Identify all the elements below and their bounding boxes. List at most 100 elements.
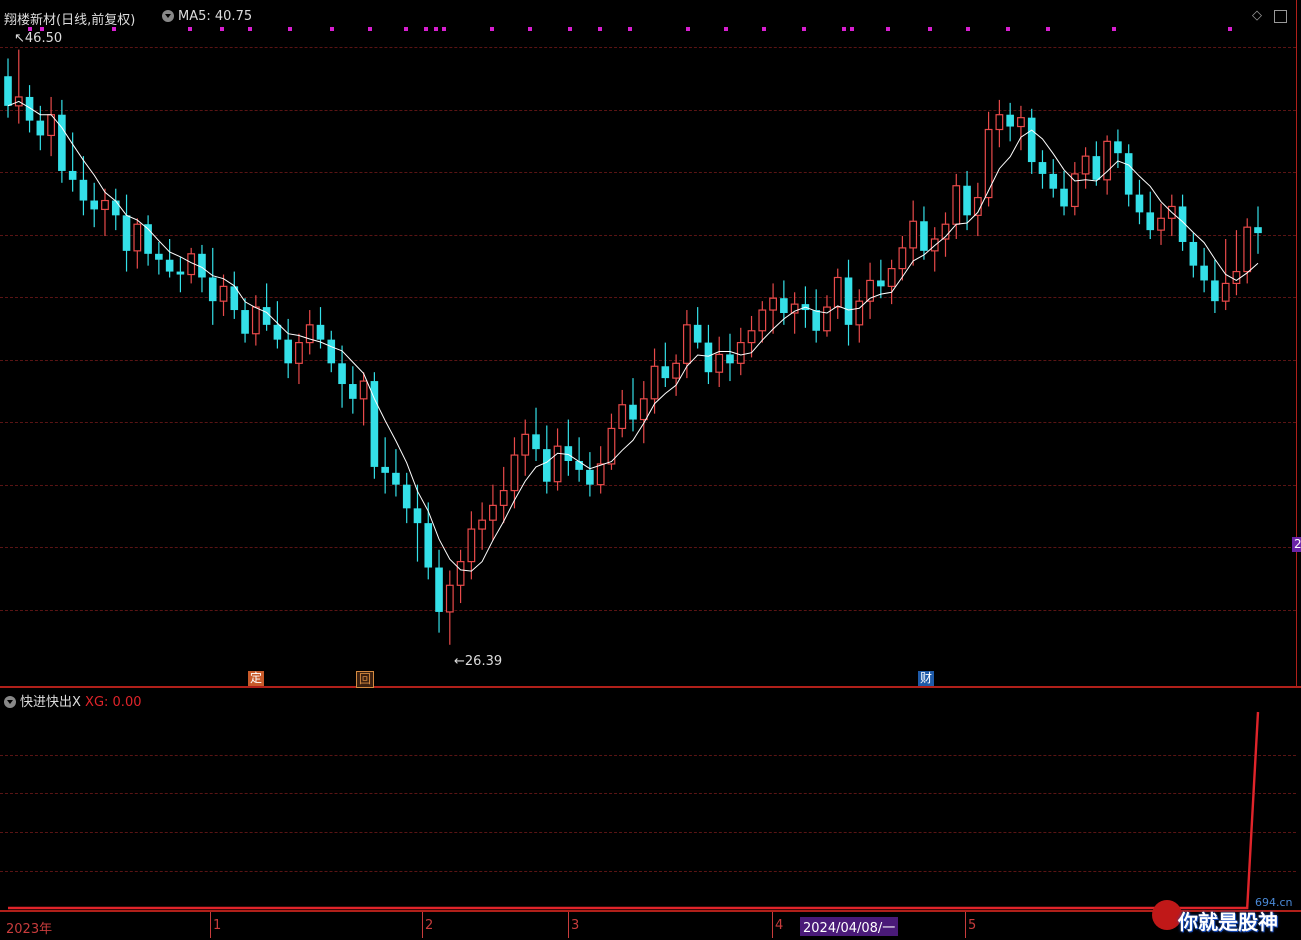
candle-body-down	[877, 280, 885, 287]
cai-tag[interactable]: 财	[918, 671, 935, 686]
candle-body-up	[1017, 117, 1025, 128]
candle-body-up	[553, 445, 562, 483]
candle-body-up	[639, 398, 648, 421]
ma-legend: MA5: 40.75	[162, 9, 252, 24]
signal-marker	[424, 27, 428, 31]
candle-body-down	[564, 446, 573, 461]
high-price-label: ↖46.50	[14, 31, 63, 46]
candle-body-up	[445, 584, 454, 613]
candle-body-up	[984, 128, 993, 199]
ma5-line	[7, 100, 1259, 572]
candle-body-up	[650, 365, 659, 400]
candle-body-down	[542, 449, 551, 482]
candle-body-down	[726, 354, 734, 364]
candle-body-up	[1232, 270, 1241, 285]
candle-body-up	[747, 330, 756, 344]
candle-body-down	[1038, 162, 1047, 174]
signal-marker	[686, 27, 690, 31]
candle-body-down	[1254, 227, 1262, 234]
candle-body-down	[198, 253, 206, 278]
axis-tick	[965, 912, 966, 938]
indicator-legend: 快进快出X XG: 0.00	[4, 691, 141, 710]
candle-body-down	[413, 508, 422, 524]
signal-marker	[598, 27, 602, 31]
candle-body-up	[1221, 282, 1230, 302]
candle-body-down	[1006, 114, 1014, 127]
low-price-value: 26.39	[464, 654, 503, 669]
candle-body-down	[812, 310, 820, 331]
signal-marker	[220, 27, 224, 31]
signal-marker	[188, 27, 192, 31]
candle-body-up	[995, 114, 1004, 131]
candle-body-down	[1049, 173, 1058, 189]
candle-body-down	[58, 114, 66, 171]
candle-body-up	[758, 309, 767, 332]
maximize-icon[interactable]	[1274, 10, 1287, 23]
candle-body-down	[1146, 212, 1155, 231]
month-label: 1	[213, 918, 222, 933]
indicator-dropdown-icon[interactable]	[4, 696, 16, 708]
candle-body-down	[111, 200, 120, 216]
hui-tag[interactable]: 回	[356, 671, 375, 688]
month-label: 3	[571, 918, 580, 933]
ding-tag[interactable]: 定	[248, 671, 265, 686]
candle-body-down	[586, 469, 594, 485]
candle-body-down	[424, 523, 433, 568]
dropdown-icon[interactable]	[162, 10, 174, 22]
signal-marker	[434, 27, 438, 31]
signal-marker	[1112, 27, 1116, 31]
candle-body-down	[1211, 280, 1219, 302]
signal-marker	[1228, 27, 1232, 31]
candle-body-down	[4, 76, 12, 106]
candle-body-down	[338, 363, 346, 385]
candle-body-down	[25, 96, 34, 121]
candle-body-down	[704, 342, 713, 373]
candle-body-down	[575, 460, 583, 470]
signal-marker	[490, 27, 494, 31]
indicator-name[interactable]: 快进快出X	[20, 695, 81, 710]
candle-body-up	[715, 353, 724, 373]
month-label: 4	[775, 918, 784, 933]
candle-body-down	[963, 185, 971, 216]
candle-body-up	[489, 504, 497, 521]
candle-body-down	[629, 404, 637, 420]
signal-marker	[442, 27, 446, 31]
candle-body-down	[435, 567, 443, 612]
signal-marker	[368, 27, 372, 31]
candle-body-down	[122, 215, 131, 251]
candle-body-down	[1092, 156, 1101, 180]
candle-body-down	[36, 120, 45, 136]
candle-body-up	[682, 324, 691, 364]
candle-body-down	[920, 221, 928, 251]
month-label: 2	[425, 918, 434, 933]
candle-body-up	[596, 463, 605, 486]
signal-marker	[528, 27, 532, 31]
candle-body-up	[1243, 226, 1252, 273]
price-chart[interactable]	[0, 0, 1301, 940]
high-price-value: 46.50	[24, 31, 63, 46]
signal-marker	[928, 27, 932, 31]
candle-body-down	[262, 307, 271, 325]
candle-body-down	[780, 298, 788, 314]
month-label: 5	[968, 918, 977, 933]
candle-body-down	[392, 472, 400, 485]
candle-body-down	[284, 339, 292, 364]
signal-marker	[850, 27, 854, 31]
candle-body-down	[316, 324, 325, 340]
candle-body-down	[241, 310, 249, 334]
year-label: 2023年	[6, 922, 53, 937]
signal-marker	[404, 27, 408, 31]
stock-title[interactable]: 翔楼新材(日线,前复权)	[4, 9, 135, 28]
date-highlight: 2024/04/08/一	[800, 917, 899, 936]
right-edge-tag: 2	[1292, 537, 1301, 552]
candle-body-up	[467, 528, 476, 563]
diamond-icon[interactable]: ◇	[1252, 8, 1262, 23]
axis-tick	[210, 912, 211, 938]
candle-body-up	[521, 433, 530, 456]
axis-tick	[422, 912, 423, 938]
candle-body-up	[769, 297, 777, 311]
candle-body-up	[909, 220, 918, 249]
candle-body-down	[90, 200, 99, 210]
candle-body-up	[823, 306, 831, 332]
candle-body-down	[370, 381, 379, 467]
